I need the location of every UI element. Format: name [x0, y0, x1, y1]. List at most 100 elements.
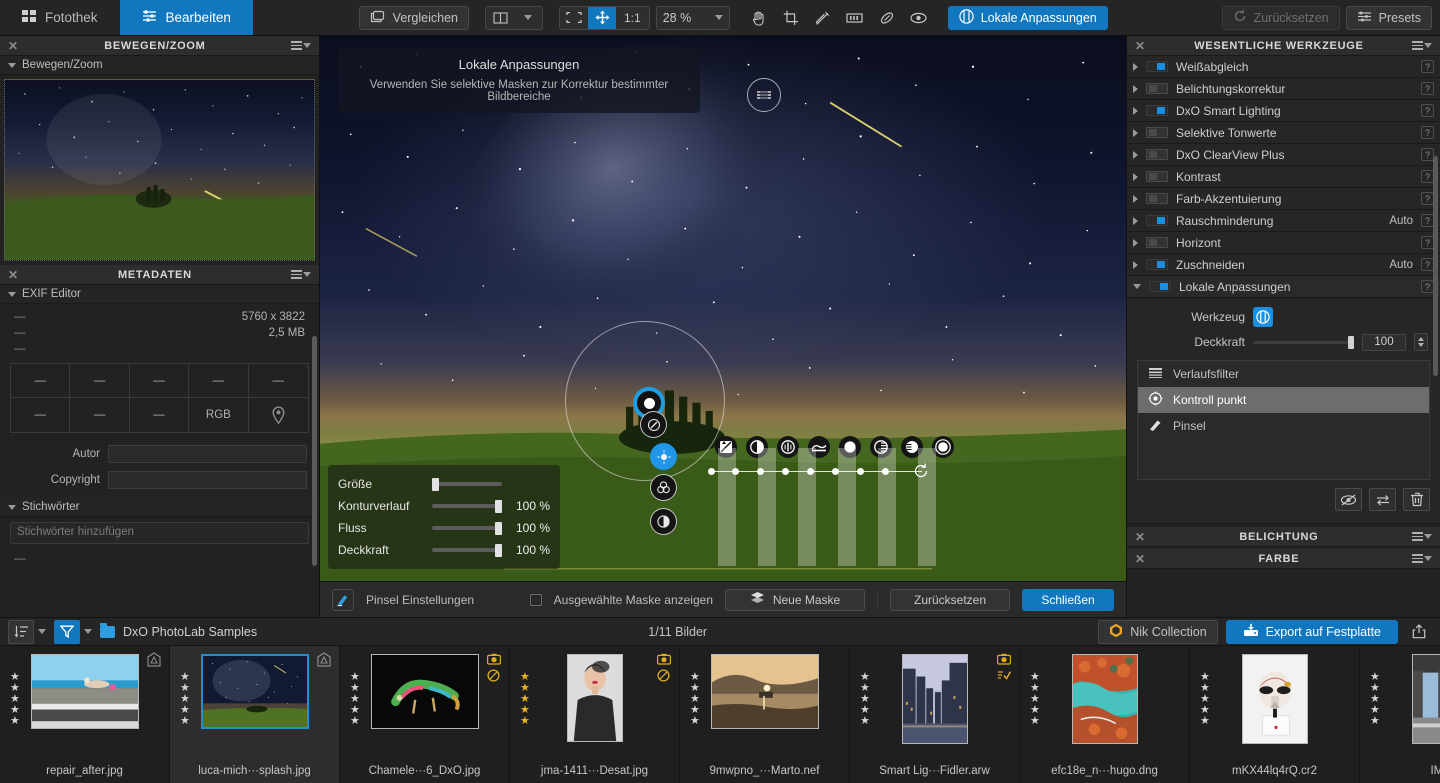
compare-button[interactable]: Vergleichen [358, 5, 469, 30]
filmstrip-item[interactable]: ★ ★ ★ ★ ★ 9mwpno_···Marto.nef [680, 646, 850, 783]
tool-toggle[interactable] [1146, 215, 1168, 226]
tool-toggle[interactable] [1146, 237, 1168, 248]
brush-feather-slider[interactable] [432, 499, 502, 513]
help-icon[interactable]: ? [1421, 60, 1434, 73]
left-panel-scrollbar[interactable] [312, 336, 317, 566]
eyedropper-icon[interactable] [810, 6, 836, 30]
histogram-icon[interactable] [842, 6, 868, 30]
filmstrip-item[interactable]: ★ ★ ★ ★ ★ mKX44lq4rQ.cr2 [1190, 646, 1360, 783]
tool-row-lokale-anpassungen[interactable]: Lokale Anpassungen ? [1127, 276, 1440, 298]
hand-icon[interactable] [746, 6, 772, 30]
tool-row-selektive-tonwerte[interactable]: Selektive Tonwerte ? [1127, 122, 1440, 144]
location-pin-icon[interactable] [249, 398, 308, 432]
star-rating[interactable]: ★ ★ ★ ★ ★ [520, 672, 530, 727]
close-icon[interactable]: ✕ [1135, 40, 1146, 52]
keywords-input[interactable]: Stichwörter hinzufügen [10, 522, 309, 544]
mask-item-verlaufsfilter[interactable]: Verlaufsfilter [1138, 361, 1429, 387]
belichtung-palette-header[interactable]: ✕ BELICHTUNG [1127, 527, 1440, 547]
palette-menu-icon[interactable] [1412, 532, 1432, 541]
eye-icon[interactable] [906, 6, 932, 30]
share-icon[interactable] [1406, 620, 1432, 644]
filmstrip-item[interactable]: ★ ★ ★ ★ ★ Chamele···6_DxO.jpg [340, 646, 510, 783]
delete-mask-icon[interactable] [1403, 488, 1430, 511]
presets-button[interactable]: Presets [1345, 5, 1433, 30]
tool-row-horizont[interactable]: Horizont ? [1127, 232, 1440, 254]
cp-reset-icon[interactable] [912, 462, 930, 485]
palette-menu-icon[interactable] [291, 270, 311, 279]
thumbnail[interactable] [200, 654, 309, 729]
image-viewer[interactable]: Lokale Anpassungen Verwenden Sie selekti… [320, 36, 1126, 581]
mask-item-pinsel[interactable]: Pinsel [1138, 413, 1429, 439]
move-tool-icon[interactable] [588, 6, 616, 29]
tool-toggle[interactable] [1146, 61, 1168, 72]
author-field[interactable] [108, 445, 307, 463]
tool-toggle[interactable] [1149, 281, 1171, 292]
close-icon[interactable]: ✕ [1135, 553, 1146, 565]
zoom-mode-segment[interactable]: 1:1 [559, 5, 650, 30]
equalizer-handle[interactable] [757, 468, 764, 475]
deckkraft-slider[interactable] [1253, 335, 1354, 349]
thumbnail[interactable] [30, 654, 139, 729]
view-mode-select[interactable] [485, 5, 543, 30]
close-icon[interactable]: ✕ [8, 40, 19, 52]
thumbnail[interactable] [566, 654, 623, 742]
filter-caret-icon[interactable] [84, 629, 92, 634]
navigator-section[interactable]: Bewegen/Zoom [0, 56, 319, 75]
star-rating[interactable]: ★ ★ ★ ★ ★ [350, 672, 360, 727]
thumbnail[interactable] [1411, 654, 1440, 744]
la-reset-button[interactable]: Zurücksetzen [890, 588, 1010, 611]
tool-toggle[interactable] [1146, 171, 1168, 182]
palette-menu-icon[interactable] [291, 41, 311, 50]
farbe-palette-header[interactable]: ✕ FARBE [1127, 549, 1440, 569]
new-mask-button[interactable]: Neue Maske [725, 588, 865, 611]
cp-color-icon[interactable] [650, 474, 677, 501]
equalizer-handle[interactable] [807, 468, 814, 475]
star-rating[interactable]: ★ ★ ★ ★ ★ [690, 672, 700, 727]
local-adjustments-button[interactable]: Lokale Anpassungen [947, 5, 1108, 30]
thumbnail[interactable] [1071, 654, 1138, 744]
sort-icon[interactable] [8, 619, 34, 644]
tab-fotothek[interactable]: Fotothek [0, 0, 120, 35]
keywords-section[interactable]: Stichwörter [0, 498, 319, 517]
sort-caret-icon[interactable] [38, 629, 46, 634]
equalizer-handle[interactable] [708, 468, 715, 475]
tool-row-dxo-clearview-plus[interactable]: DxO ClearView Plus ? [1127, 144, 1440, 166]
filmstrip[interactable]: ★ ★ ★ ★ ★ repair_after.jpg ★ ★ ★ ★ ★ luc… [0, 645, 1440, 783]
right-panel-scrollbar[interactable] [1433, 156, 1438, 376]
filmstrip-item[interactable]: ★ ★ ★ ★ ★ luca-mich···splash.jpg [170, 646, 340, 783]
microcontrast-icon[interactable] [777, 436, 799, 458]
crop-icon[interactable] [778, 6, 804, 30]
hide-mask-icon[interactable] [1335, 488, 1362, 511]
tool-toggle[interactable] [1146, 149, 1168, 160]
exif-editor-section[interactable]: EXIF Editor [0, 285, 319, 304]
thumbnail[interactable] [1241, 654, 1308, 744]
tool-row-belichtungskorrektur[interactable]: Belichtungskorrektur ? [1127, 78, 1440, 100]
tool-row-zuschneiden[interactable]: Zuschneiden Auto ? [1127, 254, 1440, 276]
deckkraft-value[interactable]: 100 [1362, 333, 1406, 351]
close-icon[interactable]: ✕ [1135, 531, 1146, 543]
tool-row-farb-akzentuierung[interactable]: Farb-Akzentuierung ? [1127, 188, 1440, 210]
tool-row-kontrast[interactable]: Kontrast ? [1127, 166, 1440, 188]
tool-toggle[interactable] [1146, 193, 1168, 204]
thumbnail[interactable] [370, 654, 479, 729]
tool-toggle[interactable] [1146, 127, 1168, 138]
equalizer-handle[interactable] [732, 468, 739, 475]
filmstrip-item[interactable]: ★ ★ ★ ★ ★ jma-1411···Desat.jpg [510, 646, 680, 783]
nik-collection-button[interactable]: Nik Collection [1098, 619, 1218, 644]
brush-flow-slider[interactable] [432, 521, 502, 535]
cp-brightness-icon[interactable] [650, 443, 677, 470]
help-icon[interactable]: ? [1421, 82, 1434, 95]
zoom-level-select[interactable]: 28 % [655, 5, 730, 30]
filmstrip-item[interactable]: ★ ★ ★ ★ ★ efc18e_n···hugo.dng [1020, 646, 1190, 783]
thumbnail[interactable] [710, 654, 819, 729]
star-rating[interactable]: ★ ★ ★ ★ ★ [10, 672, 20, 727]
help-icon[interactable]: ? [1421, 104, 1434, 117]
tool-row-dxo-smart-lighting[interactable]: DxO Smart Lighting ? [1127, 100, 1440, 122]
brush-size-slider[interactable] [432, 477, 502, 491]
deckkraft-stepper[interactable] [1414, 333, 1428, 351]
tab-bearbeiten[interactable]: Bearbeiten [119, 0, 253, 35]
tool-toggle[interactable] [1146, 259, 1168, 270]
repair-icon[interactable] [874, 6, 900, 30]
equalizer-handle[interactable] [782, 468, 789, 475]
local-adjustments-icon[interactable] [1253, 307, 1273, 327]
